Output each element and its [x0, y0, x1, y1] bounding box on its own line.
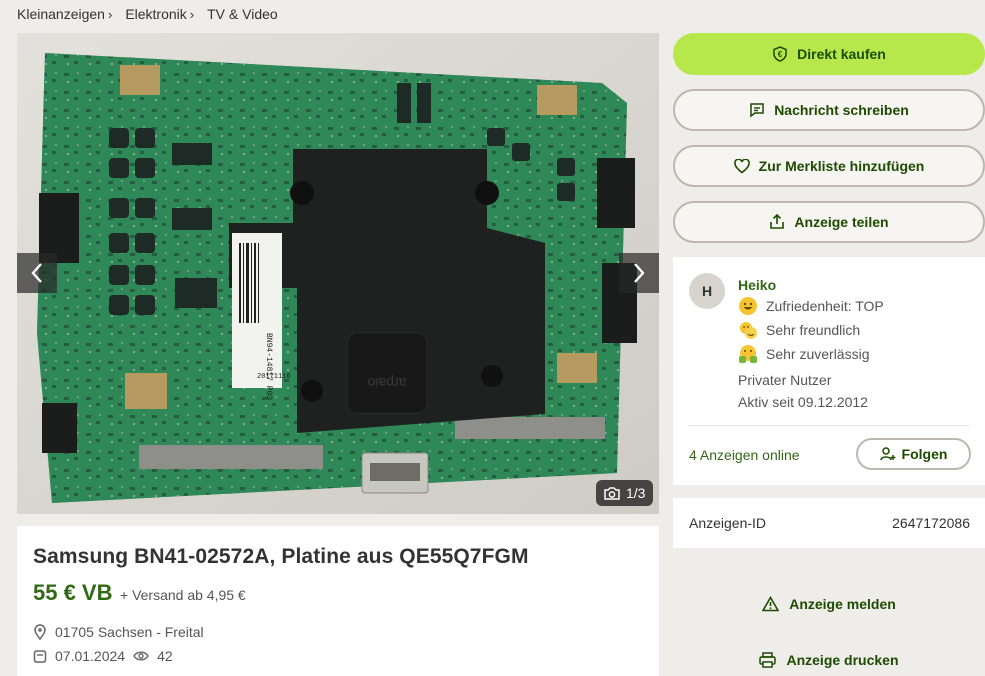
listing-title: Samsung BN41-02572A, Platine aus QE55Q7F… [33, 545, 529, 568]
ads-online-link[interactable]: 4 Anzeigen online [689, 447, 800, 463]
chip-label: arpaio [367, 375, 406, 391]
eye-icon [133, 651, 149, 661]
chevron-right-icon: › [189, 6, 195, 22]
image-counter-text: 1/3 [626, 485, 646, 501]
ad-id-label: Anzeigen-ID [689, 515, 767, 531]
image-gallery[interactable]: arpaio BN94-14817 P03 20171116 [17, 33, 659, 514]
breadcrumb-item-kleinanzeigen[interactable]: Kleinanzeigen › [17, 5, 112, 23]
listing-price: 55 € VB [33, 580, 113, 605]
badge-label: Sehr freundlich [766, 322, 861, 338]
gallery-previous-button[interactable] [17, 253, 57, 293]
barcode-code: BN94-14817 P03 [264, 333, 273, 400]
breadcrumb-item-tv-video[interactable]: TV & Video [207, 5, 278, 23]
badge-reliable: Sehr zuverlässig [738, 344, 870, 364]
barcode-date: 20171116 [257, 373, 291, 381]
add-to-watchlist-label: Zur Merkliste hinzufügen [758, 158, 925, 174]
svg-text:€: € [778, 50, 783, 59]
chevron-right-icon [634, 263, 645, 283]
share-listing-label: Anzeige teilen [794, 214, 889, 230]
friendly-icon [740, 322, 757, 339]
warning-icon [762, 596, 780, 612]
breadcrumb-label: Elektronik [125, 6, 187, 22]
image-counter: 1/3 [596, 480, 654, 506]
send-message-button[interactable]: Nachricht schreiben [673, 89, 985, 131]
buy-now-button[interactable]: € Direkt kaufen [673, 33, 985, 75]
follow-label: Folgen [901, 446, 948, 462]
buy-now-label: Direkt kaufen [797, 46, 886, 62]
chevron-right-icon: › [107, 6, 113, 22]
share-listing-button[interactable]: Anzeige teilen [673, 201, 985, 243]
badge-friendly: Sehr freundlich [738, 320, 860, 340]
breadcrumb-label: TV & Video [207, 6, 278, 22]
breadcrumb-label: Kleinanzeigen [17, 6, 105, 22]
chevron-left-icon [31, 263, 42, 283]
breadcrumb-item-elektronik[interactable]: Elektronik › [125, 5, 194, 23]
smiley-icon [739, 297, 757, 315]
location-text: 01705 Sachsen - Freital [55, 624, 204, 640]
chat-bubble-icon [750, 103, 764, 118]
gallery-next-button[interactable] [619, 253, 659, 293]
share-icon [770, 214, 785, 229]
reliable-icon [739, 345, 757, 363]
report-ad-label: Anzeige melden [789, 596, 896, 612]
ad-id-value: 2647172086 [892, 515, 970, 531]
avatar[interactable]: H [689, 273, 725, 309]
printer-icon [759, 652, 777, 668]
location-row: 01705 Sachsen - Freital [33, 624, 204, 640]
posted-date: 07.01.2024 [55, 648, 126, 664]
location-pin-icon [34, 624, 46, 640]
badge-label: Zufriedenheit: TOP [766, 298, 884, 314]
follow-button[interactable]: Folgen [856, 438, 971, 470]
seller-active-since: Aktiv seit 09.12.2012 [738, 394, 868, 410]
print-ad-label: Anzeige drucken [786, 652, 899, 668]
seller-type: Privater Nutzer [738, 372, 832, 388]
product-photo: arpaio BN94-14817 P03 20171116 [17, 33, 659, 514]
listing-details: Samsung BN41-02572A, Platine aus QE55Q7F… [17, 526, 659, 676]
breadcrumb: Kleinanzeigen › Elektronik › TV & Video [17, 5, 278, 23]
divider [689, 425, 969, 426]
report-ad-button[interactable]: Anzeige melden [673, 590, 985, 618]
view-count: 42 [157, 648, 173, 664]
camera-icon [604, 486, 620, 500]
calendar-icon [33, 650, 47, 663]
badge-label: Sehr zuverlässig [766, 346, 870, 362]
date-views-row: 07.01.2024 42 [33, 648, 173, 664]
badge-satisfaction: Zufriedenheit: TOP [738, 296, 884, 316]
shield-euro-icon: € [773, 46, 787, 62]
seller-name[interactable]: Heiko [738, 277, 776, 293]
shipping-info: + Versand ab 4,95 € [120, 587, 246, 603]
ad-id-card: Anzeigen-ID 2647172086 [673, 498, 985, 548]
heart-icon [733, 158, 750, 174]
send-message-label: Nachricht schreiben [774, 102, 909, 118]
add-to-watchlist-button[interactable]: Zur Merkliste hinzufügen [673, 145, 985, 187]
follow-user-icon [879, 447, 896, 461]
seller-profile-card: H Heiko Zufriedenheit: TOP Sehr freundli… [673, 257, 985, 485]
